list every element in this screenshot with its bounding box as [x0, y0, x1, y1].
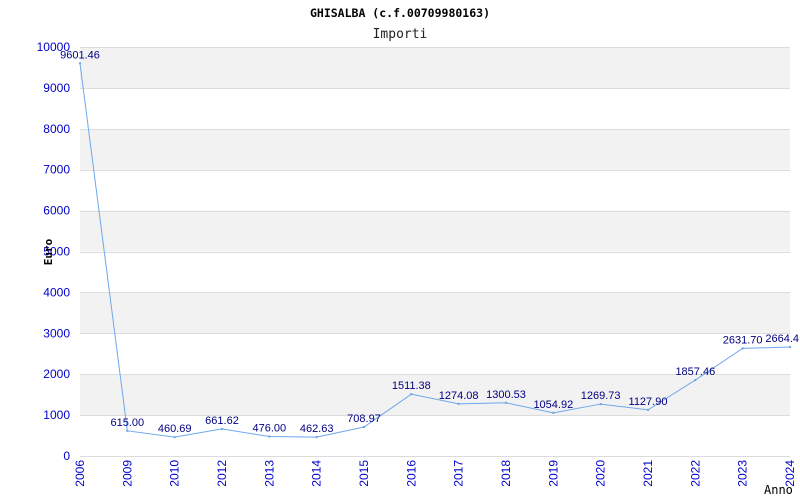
data-label: 476.00	[253, 423, 287, 435]
chart-subtitle: Importi	[373, 27, 428, 42]
y-tick-label: 8000	[43, 122, 70, 136]
x-tick-label: 2019	[546, 460, 560, 487]
grid-band-shaded	[80, 292, 790, 334]
data-point	[504, 401, 508, 405]
data-point	[78, 62, 82, 65]
data-point	[268, 435, 271, 438]
x-tick-label: 2012	[215, 460, 229, 487]
data-point	[315, 435, 318, 439]
data-label: 661.62	[205, 415, 239, 427]
data-point	[457, 402, 460, 406]
y-tick-label: 9000	[43, 81, 70, 95]
data-point	[694, 378, 697, 382]
x-tick-label: 2017	[452, 460, 466, 487]
x-tick-label: 2021	[641, 460, 655, 487]
data-label: 1274.08	[439, 390, 479, 402]
data-point	[646, 408, 650, 412]
data-label: 1300.53	[486, 389, 526, 401]
data-label: 462.63	[300, 423, 334, 435]
data-point	[173, 435, 176, 439]
x-tick-label: 2015	[357, 460, 371, 487]
data-label: 2664.4	[765, 333, 799, 345]
data-label: 615.00	[111, 417, 145, 429]
x-tick-label: 2010	[168, 460, 182, 487]
data-label: 2631.70	[723, 334, 763, 346]
x-tick-label: 2014	[310, 460, 324, 487]
x-tick-label: 2009	[120, 460, 134, 487]
data-label: 1511.38	[392, 380, 431, 392]
data-point	[552, 411, 555, 415]
grid-band	[80, 251, 790, 293]
grid-band-shaded	[80, 47, 790, 88]
data-label: 9601.46	[60, 49, 100, 61]
x-axis-title: Anno	[764, 483, 793, 497]
data-point	[220, 427, 224, 431]
y-tick-label: 3000	[43, 326, 70, 340]
data-label: 1857.46	[675, 366, 715, 378]
grid-band	[80, 169, 790, 211]
x-tick-label: 2018	[499, 460, 513, 487]
y-axis-title: Euro	[42, 238, 55, 265]
plot-background	[80, 47, 790, 456]
x-tick-label: 2022	[688, 460, 702, 487]
data-label: 460.69	[158, 423, 192, 435]
grid-band-shaded	[80, 374, 790, 416]
data-point	[599, 402, 602, 406]
grid-band	[80, 87, 790, 129]
data-point	[741, 347, 744, 350]
x-tick-label: 2020	[594, 460, 608, 487]
y-tick-label: 7000	[43, 163, 70, 177]
grid-band-shaded	[80, 128, 790, 170]
grid-band-shaded	[80, 210, 790, 252]
data-label: 1054.92	[533, 399, 573, 411]
data-point	[362, 425, 366, 429]
data-point	[126, 429, 129, 433]
x-tick-label: 2006	[73, 460, 87, 487]
y-tick-label: 1000	[43, 408, 70, 422]
data-label: 1127.90	[629, 396, 668, 408]
line-chart: 0100020003000400050006000700080009000100…	[37, 6, 799, 497]
data-label: 708.97	[347, 413, 381, 425]
x-tick-label: 2023	[736, 460, 750, 487]
x-tick-label: 2013	[262, 460, 276, 487]
y-tick-label: 4000	[43, 285, 70, 299]
data-point	[410, 392, 413, 396]
y-tick-label: 6000	[43, 204, 70, 218]
chart-title: GHISALBA (c.f.00709980163)	[310, 6, 490, 20]
data-label: 1269.73	[581, 390, 621, 402]
x-axis-tick-labels: 2006 2009 2010 2012 2013 2014 2015 2016 2017 2018…	[73, 460, 797, 487]
data-point	[788, 345, 792, 349]
y-tick-label: 0	[63, 449, 70, 463]
x-tick-label: 2016	[404, 460, 418, 487]
y-tick-label: 2000	[43, 367, 70, 381]
